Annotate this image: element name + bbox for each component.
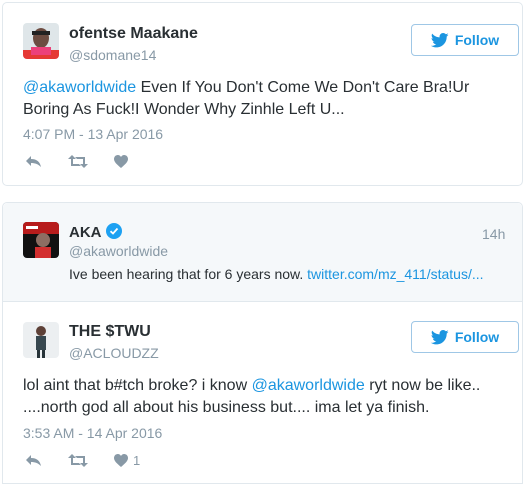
verified-icon: [105, 223, 122, 239]
tweet-card-2: AKA 14h @akaworldwide Ive been hearing t…: [2, 202, 523, 484]
quoted-handle[interactable]: @akaworldwide: [69, 243, 168, 259]
reply-icon: [26, 455, 41, 466]
quoted-text: Ive been hearing that for 6 years now. t…: [69, 264, 509, 284]
action-bar: [25, 155, 128, 168]
reply-icon: [26, 156, 41, 167]
mention-link[interactable]: @akaworldwide: [23, 79, 136, 96]
heart-icon: [114, 155, 128, 168]
quoted-author-name: AKA: [69, 224, 102, 241]
follow-label: Follow: [454, 329, 500, 345]
like-button[interactable]: 1: [114, 453, 140, 468]
follow-button[interactable]: Follow: [411, 24, 519, 56]
like-count: 1: [133, 453, 141, 468]
follow-label: Follow: [454, 32, 500, 48]
tweet-card-1: ofentse Maakane @sdomane14 Follow @akawo…: [2, 2, 523, 186]
tweet-text-line2: Boring As Fuck!I Wonder Why Zinhle Left …: [23, 101, 345, 118]
quoted-time[interactable]: 14h: [482, 226, 505, 242]
retweet-icon: [68, 155, 88, 168]
tweet-text-line2: ....north god all about his business but…: [23, 399, 430, 416]
reply-button[interactable]: [25, 454, 42, 467]
avatar-ofentse[interactable]: [23, 23, 59, 59]
like-button[interactable]: [114, 155, 128, 168]
timestamp[interactable]: 4:07 PM - 13 Apr 2016: [23, 126, 163, 142]
mention-link[interactable]: @akaworldwide: [252, 377, 365, 394]
timestamp[interactable]: 3:53 AM - 14 Apr 2016: [23, 425, 162, 441]
author-name[interactable]: ofentse Maakane: [69, 25, 198, 43]
author-handle[interactable]: @sdomane14: [69, 47, 156, 63]
action-bar: 1: [25, 453, 140, 468]
author-name[interactable]: THE $TWU: [69, 323, 151, 341]
tweet-text: @akaworldwide Even If You Don't Come We …: [23, 77, 503, 121]
author-handle[interactable]: @ACLOUDZZ: [69, 345, 159, 361]
avatar-aka[interactable]: [23, 222, 59, 258]
quoted-text-body: Ive been hearing that for 6 years now.: [69, 266, 308, 282]
quoted-author[interactable]: AKA: [69, 223, 122, 241]
reply-button[interactable]: [25, 155, 42, 168]
tweet-text-line1: Even If You Don't Come We Don't Care Bra…: [136, 79, 470, 96]
retweet-icon: [68, 454, 88, 467]
quoted-link[interactable]: twitter.com/mz_411/status/...: [307, 266, 483, 282]
tweet-text-post: ryt now be like..: [364, 377, 481, 394]
follow-button[interactable]: Follow: [411, 321, 519, 353]
retweet-button[interactable]: [68, 454, 88, 467]
tweet-text: lol aint that b#tch broke? i know @akawo…: [23, 375, 513, 419]
twitter-bird-icon: [430, 329, 449, 344]
quoted-tweet[interactable]: AKA 14h @akaworldwide Ive been hearing t…: [3, 203, 522, 302]
heart-icon: [114, 454, 128, 467]
retweet-button[interactable]: [68, 155, 88, 168]
avatar-stwu[interactable]: [23, 322, 59, 358]
twitter-bird-icon: [430, 32, 449, 47]
tweet-text-pre: lol aint that b#tch broke? i know: [23, 377, 252, 394]
